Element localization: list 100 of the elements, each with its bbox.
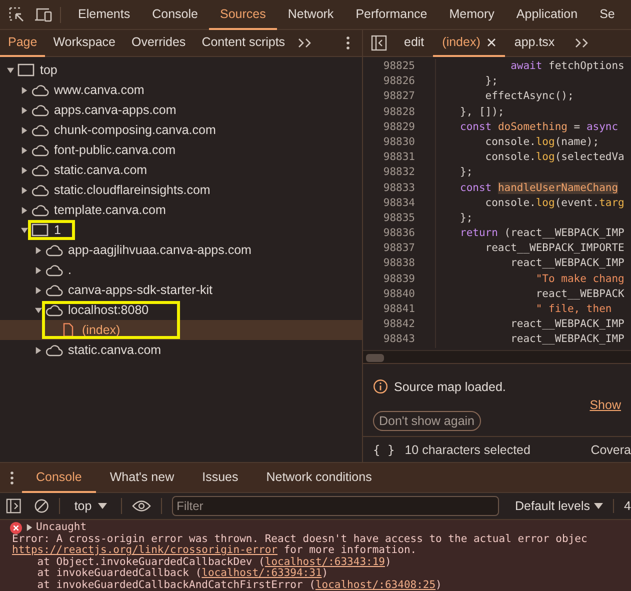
expand-arrow-icon[interactable] — [26, 524, 33, 532]
tree-row[interactable]: static.canva.com — [0, 340, 362, 360]
close-icon[interactable] — [487, 38, 496, 46]
eye-icon[interactable] — [132, 499, 151, 513]
editor-tab[interactable]: edit — [395, 30, 434, 56]
tree-row[interactable]: canva-apps-sdk-starter-kit — [0, 280, 362, 300]
expand-arrow-icon[interactable] — [21, 166, 28, 174]
expand-arrow-icon[interactable] — [21, 86, 28, 94]
code-line: }; — [484, 74, 498, 90]
line-number: 98829 — [363, 120, 436, 135]
message-title[interactable]: Uncaught — [36, 522, 87, 534]
panel-tab[interactable]: Network — [276, 0, 345, 30]
line-number: 98835 — [363, 210, 436, 226]
expand-arrow-icon[interactable] — [21, 106, 28, 114]
coverage-status: Covera — [590, 442, 631, 456]
clear-console-icon[interactable] — [34, 498, 50, 514]
source-link[interactable]: localhost/:63343:19 — [264, 556, 385, 568]
code-line: react__WEBPACK — [534, 286, 624, 302]
tree-row[interactable]: 1 — [0, 220, 362, 240]
panel-tab[interactable]: Console — [141, 0, 209, 30]
expand-arrow-icon[interactable] — [21, 126, 28, 134]
tree-item-label[interactable]: (index) — [82, 323, 120, 337]
tree-row[interactable]: www.canva.com — [0, 80, 362, 100]
frame-icon — [31, 223, 49, 237]
message-text: ) — [322, 567, 328, 579]
navigator-tab[interactable]: Workspace — [45, 30, 124, 56]
levels-dropdown[interactable]: Default levels — [509, 498, 610, 514]
cloud-icon — [45, 263, 63, 277]
navigator-tab[interactable]: Content scripts — [194, 30, 294, 56]
tree-item-label[interactable]: static.canva.com — [68, 343, 162, 357]
navigator-tab[interactable]: Page — [0, 30, 46, 56]
expand-arrow-icon[interactable] — [35, 246, 42, 254]
scrollbar-thumb[interactable] — [366, 354, 384, 362]
tree-row[interactable]: apps.canva-apps.com — [0, 100, 362, 120]
tree-row[interactable]: . — [0, 260, 362, 280]
collapse-arrow-icon[interactable] — [21, 226, 28, 234]
panel-tab[interactable]: Se — [588, 0, 626, 30]
tree-item-label[interactable]: canva-apps-sdk-starter-kit — [68, 283, 212, 297]
tree-item-label[interactable]: 1 — [54, 223, 61, 237]
source-link[interactable]: https://reactjs.org/link/crossorigin-error — [12, 544, 278, 556]
tree-item-label[interactable]: top — [40, 63, 58, 77]
tree-item-label[interactable]: font-public.canva.com — [54, 143, 176, 157]
tree-row[interactable]: top — [0, 60, 362, 80]
more-tabs-icon[interactable] — [574, 37, 590, 49]
context-dropdown[interactable]: top — [70, 499, 111, 513]
drawer-tab[interactable]: Issues — [188, 462, 252, 492]
filter-field[interactable]: Filter — [172, 496, 499, 516]
tree-item-label[interactable]: template.canva.com — [54, 203, 166, 217]
tree-item-label[interactable]: www.canva.com — [54, 83, 144, 97]
collapse-arrow-icon[interactable] — [35, 306, 42, 314]
drawer-tab[interactable]: Network conditions — [252, 462, 386, 492]
sidebar-toggle-icon[interactable] — [371, 35, 387, 51]
tree-row[interactable]: app-aagjlihvuaa.canva-apps.com — [0, 240, 362, 260]
tree-row[interactable]: chunk-composing.canva.com — [0, 120, 362, 140]
tree-row[interactable]: (index) — [0, 320, 362, 340]
expand-arrow-icon[interactable] — [35, 346, 42, 354]
tree-item-label[interactable]: chunk-composing.canva.com — [54, 123, 216, 137]
show-link[interactable]: Show — [590, 398, 621, 412]
tree-row[interactable]: localhost:8080 — [0, 300, 362, 320]
navigator-tab[interactable]: Overrides — [124, 30, 194, 56]
expand-arrow-icon[interactable] — [21, 206, 28, 214]
collapse-arrow-icon[interactable] — [7, 66, 14, 74]
tree-item-label[interactable]: . — [68, 263, 72, 277]
expand-arrow-icon[interactable] — [35, 286, 42, 294]
editor-tab[interactable]: app.tsx — [505, 30, 564, 56]
code-line: " file, then — [534, 302, 612, 317]
expand-arrow-icon[interactable] — [21, 146, 28, 154]
message-text: at Object.invokeGuardedCallbackDev ( — [36, 556, 265, 568]
tree-row[interactable]: static.cloudflareinsights.com — [0, 180, 362, 200]
code-line: console.log(name); — [484, 134, 600, 150]
expand-arrow-icon[interactable] — [35, 266, 42, 274]
panel-tab[interactable]: Elements — [67, 0, 142, 30]
issue-count[interactable]: 4 — [613, 499, 631, 513]
line-number: 98827 — [363, 89, 436, 105]
tree-item-label[interactable]: app-aagjlihvuaa.canva-apps.com — [68, 243, 252, 257]
cloud-icon — [31, 83, 49, 97]
tree-item-label[interactable]: static.cloudflareinsights.com — [54, 183, 210, 197]
source-link[interactable]: localhost/:63394:31 — [202, 567, 322, 579]
editor-tab[interactable]: (index) — [433, 30, 506, 56]
panel-tab[interactable]: Performance — [344, 0, 438, 30]
panel-tab[interactable]: Memory — [438, 0, 506, 30]
tree-row[interactable]: template.canva.com — [0, 200, 362, 220]
kebab-menu-icon[interactable] — [10, 470, 14, 484]
source-link[interactable]: localhost/:63408:25 — [315, 578, 436, 590]
tree-item-label[interactable]: static.canva.com — [54, 163, 148, 177]
line-number: 98826 — [363, 74, 436, 90]
tree-row[interactable]: font-public.canva.com — [0, 140, 362, 160]
pretty-print-button[interactable]: { } — [373, 442, 395, 456]
code-line: await fetchOptions — [510, 59, 624, 74]
tree-item-label[interactable]: localhost:8080 — [68, 303, 149, 317]
kebab-menu-icon[interactable] — [346, 36, 350, 50]
dismiss-button[interactable]: Don't show again — [373, 410, 481, 431]
more-tabs-icon[interactable] — [297, 37, 314, 49]
sidebar-toggle-icon[interactable] — [6, 498, 22, 514]
panel-tab[interactable]: Application — [505, 0, 589, 30]
drawer-tab[interactable]: Console — [22, 462, 96, 492]
tree-row[interactable]: static.canva.com — [0, 160, 362, 180]
expand-arrow-icon[interactable] — [21, 186, 28, 194]
drawer-tab[interactable]: What's new — [96, 462, 188, 492]
tree-item-label[interactable]: apps.canva-apps.com — [54, 103, 176, 117]
